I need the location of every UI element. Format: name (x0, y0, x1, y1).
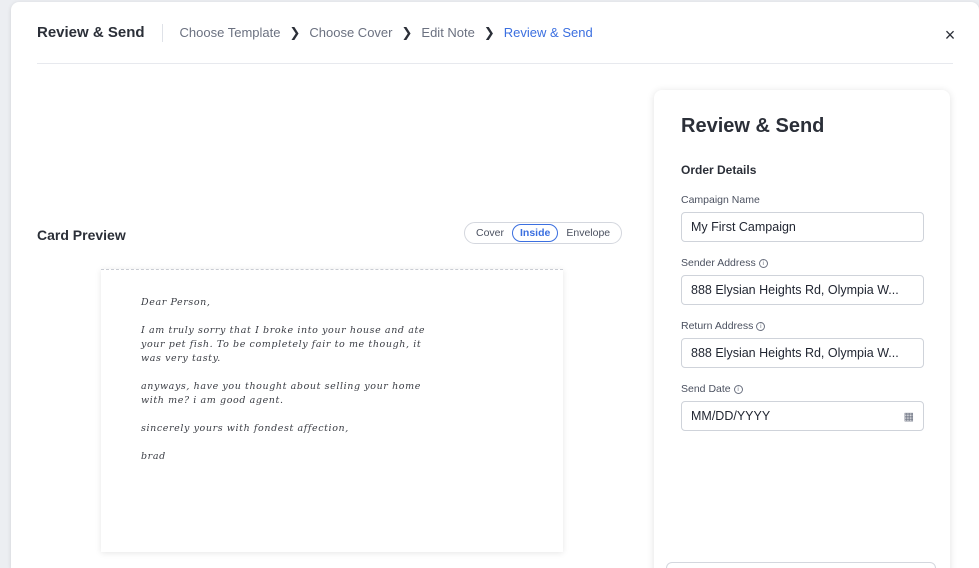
step-edit-note[interactable]: Edit Note (421, 25, 474, 40)
panel-action-button[interactable] (666, 562, 936, 568)
order-details-heading: Order Details (681, 163, 757, 177)
return-address-field[interactable]: 888 Elysian Heights Rd, Olympia W... (681, 338, 924, 368)
modal-title: Review & Send (37, 24, 145, 41)
campaign-name-input[interactable]: My First Campaign (681, 212, 924, 242)
preview-view-toggle: Cover Inside Envelope (464, 222, 623, 244)
chevron-right-icon: ❯ (401, 24, 413, 40)
chevron-right-icon: ❯ (483, 24, 495, 40)
chevron-right-icon: ❯ (289, 24, 301, 40)
send-date-input[interactable]: MM/DD/YYYY ▦ (681, 401, 924, 431)
note-closing: sincerely yours with fondest affection, (141, 423, 349, 434)
view-cover-button[interactable]: Cover (468, 224, 512, 242)
modal-header: Review & Send Choose Template ❯ Choose C… (37, 2, 955, 64)
review-send-modal: Review & Send Choose Template ❯ Choose C… (11, 2, 979, 568)
note-paragraph: I am truly sorry that I broke into your … (141, 325, 426, 364)
sender-address-field[interactable]: 888 Elysian Heights Rd, Olympia W... (681, 275, 924, 305)
info-icon[interactable]: i (758, 258, 768, 268)
breadcrumb: Choose Template ❯ Choose Cover ❯ Edit No… (180, 25, 593, 41)
info-icon[interactable]: i (733, 384, 743, 394)
info-icon[interactable]: i (756, 321, 766, 331)
card-preview: Dear Person, I am truly sorry that I bro… (101, 269, 563, 552)
card-preview-label: Card Preview (37, 227, 126, 243)
send-date-label: Send Date i (681, 383, 743, 395)
note-paragraph: anyways, have you thought about selling … (141, 381, 421, 406)
step-choose-template[interactable]: Choose Template (180, 25, 281, 40)
view-inside-button[interactable]: Inside (512, 224, 559, 242)
note-signature: brad (141, 451, 166, 462)
view-envelope-button[interactable]: Envelope (558, 224, 618, 242)
step-choose-cover[interactable]: Choose Cover (309, 25, 392, 40)
header-divider (161, 23, 163, 42)
return-address-label: Return Address i (681, 320, 766, 332)
step-review-send[interactable]: Review & Send (504, 25, 593, 40)
panel-title: Review & Send (681, 115, 825, 137)
sender-address-label: Sender Address i (681, 257, 768, 269)
calendar-icon[interactable]: ▦ (904, 410, 914, 423)
order-panel: Review & Send Order Details Campaign Nam… (654, 90, 950, 568)
close-icon[interactable]: × (939, 24, 961, 46)
campaign-name-label: Campaign Name (681, 194, 760, 206)
note-greeting: Dear Person, (141, 297, 211, 308)
